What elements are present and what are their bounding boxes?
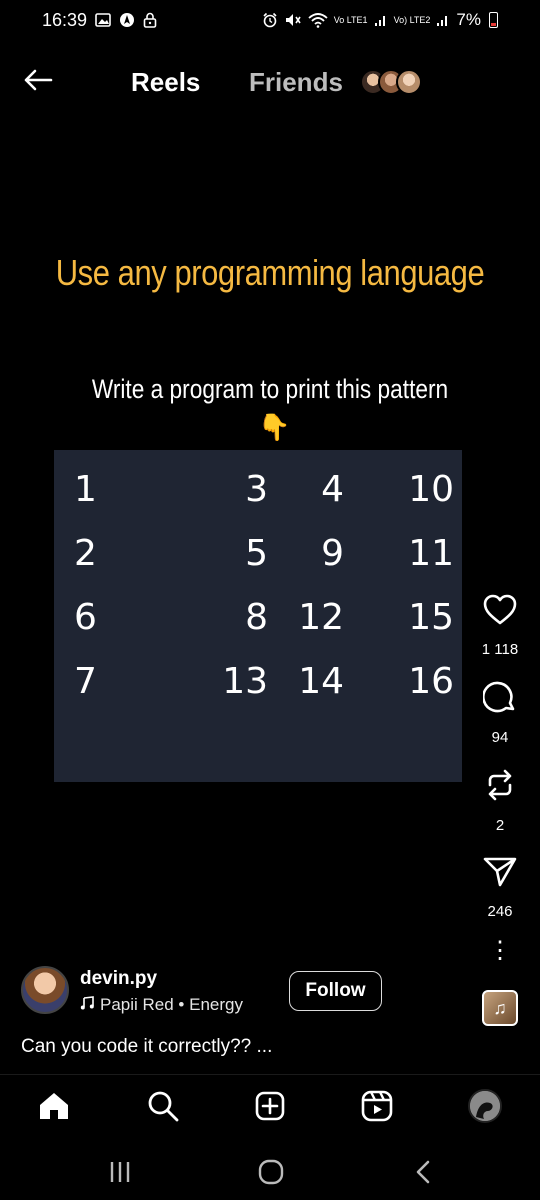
tab-reels[interactable]: Reels	[131, 67, 200, 98]
pattern-cell: 14	[298, 661, 344, 702]
more-options-icon[interactable]: ⋮	[488, 939, 512, 963]
pattern-cell: 6	[74, 597, 97, 638]
tab-friends[interactable]: Friends	[249, 67, 343, 98]
repost-button[interactable]: 2	[483, 768, 517, 834]
network-2-label: Vo) LTE2	[393, 14, 431, 25]
audio-track-label: Papii Red • Energy	[100, 995, 243, 1014]
reel-headline: Use any programming language	[55, 252, 485, 293]
number-pattern-grid: 1 3 4 10 2 5 9 11 6 8 12 15 7 13 14 16	[74, 468, 454, 704]
audio-track[interactable]: Papii Red • Energy	[80, 995, 243, 1015]
clock: 16:39	[42, 9, 88, 30]
reels-icon[interactable]	[360, 1089, 394, 1123]
recent-apps-icon[interactable]	[106, 1158, 134, 1186]
pattern-cell: 13	[222, 661, 268, 702]
reels-top-nav: Reels Friends	[0, 40, 540, 122]
search-icon[interactable]	[146, 1089, 180, 1123]
comment-count: 94	[491, 729, 509, 746]
pattern-cell: 10	[408, 469, 454, 510]
mute-icon	[284, 12, 302, 28]
repost-count: 2	[495, 817, 505, 834]
pattern-cell: 15	[408, 597, 454, 638]
signal-icon	[374, 13, 388, 27]
comment-icon[interactable]	[482, 680, 517, 719]
share-count: 246	[487, 903, 513, 920]
comment-button[interactable]: 94	[482, 680, 517, 746]
pattern-cell: 1	[74, 469, 97, 510]
pattern-cell: 8	[245, 597, 268, 638]
music-note-icon	[80, 995, 94, 1015]
home-icon[interactable]	[37, 1089, 71, 1123]
status-bar: 16:39 Vo LTE1 Vo) LTE2 7%	[0, 0, 540, 40]
friend-avatars[interactable]	[360, 69, 422, 95]
signal-icon	[436, 13, 450, 27]
author-avatar[interactable]	[21, 966, 69, 1014]
action-rail: 1 118 94 2 246 ⋮ ♫	[478, 594, 522, 1026]
alarm-icon	[262, 12, 278, 28]
pattern-cell: 4	[321, 469, 344, 510]
music-note-icon[interactable]: ♫	[482, 990, 518, 1026]
battery-icon	[489, 12, 498, 28]
author-username[interactable]: devin.py	[80, 968, 157, 990]
lock-icon	[143, 12, 157, 28]
reel-caption[interactable]: Can you code it correctly?? ...	[21, 1036, 272, 1058]
heart-icon[interactable]	[483, 594, 517, 631]
profile-avatar[interactable]	[468, 1089, 502, 1123]
pattern-cell: 3	[245, 469, 268, 510]
back-icon[interactable]	[409, 1158, 437, 1186]
avatar[interactable]	[468, 1089, 502, 1123]
pattern-cell: 7	[74, 661, 97, 702]
number-pattern-box: 1 3 4 10 2 5 9 11 6 8 12 15 7 13 14 16	[54, 450, 462, 782]
reel-subline: Write a program to print this pattern	[91, 374, 449, 404]
system-navigation-bar	[0, 1140, 540, 1200]
repost-icon[interactable]	[483, 768, 517, 807]
wifi-icon	[308, 12, 328, 28]
status-bar-left: 16:39	[42, 10, 157, 31]
share-button[interactable]: 246	[483, 856, 517, 920]
navigation-icon	[119, 12, 135, 28]
avatar	[396, 69, 422, 95]
pointing-down-emoji: 👇	[258, 412, 291, 442]
create-icon[interactable]	[253, 1089, 287, 1123]
arrow-left-icon[interactable]	[20, 62, 56, 98]
pattern-cell: 11	[408, 533, 454, 574]
pattern-cell: 5	[245, 533, 268, 574]
battery-percent: 7%	[456, 10, 481, 29]
gallery-icon	[95, 13, 111, 27]
pattern-cell: 2	[74, 533, 97, 574]
pattern-cell: 9	[321, 533, 344, 574]
home-button-icon[interactable]	[257, 1158, 285, 1186]
bottom-tab-bar	[0, 1074, 540, 1136]
send-icon[interactable]	[483, 856, 517, 893]
like-count: 1 118	[481, 641, 519, 658]
pattern-cell: 12	[298, 597, 344, 638]
network-1-label: Vo LTE1	[333, 14, 368, 25]
follow-button[interactable]: Follow	[289, 971, 382, 1011]
pattern-cell: 16	[408, 661, 454, 702]
like-button[interactable]: 1 118	[482, 594, 518, 658]
status-bar-right: Vo LTE1 Vo) LTE2 7%	[262, 10, 498, 30]
